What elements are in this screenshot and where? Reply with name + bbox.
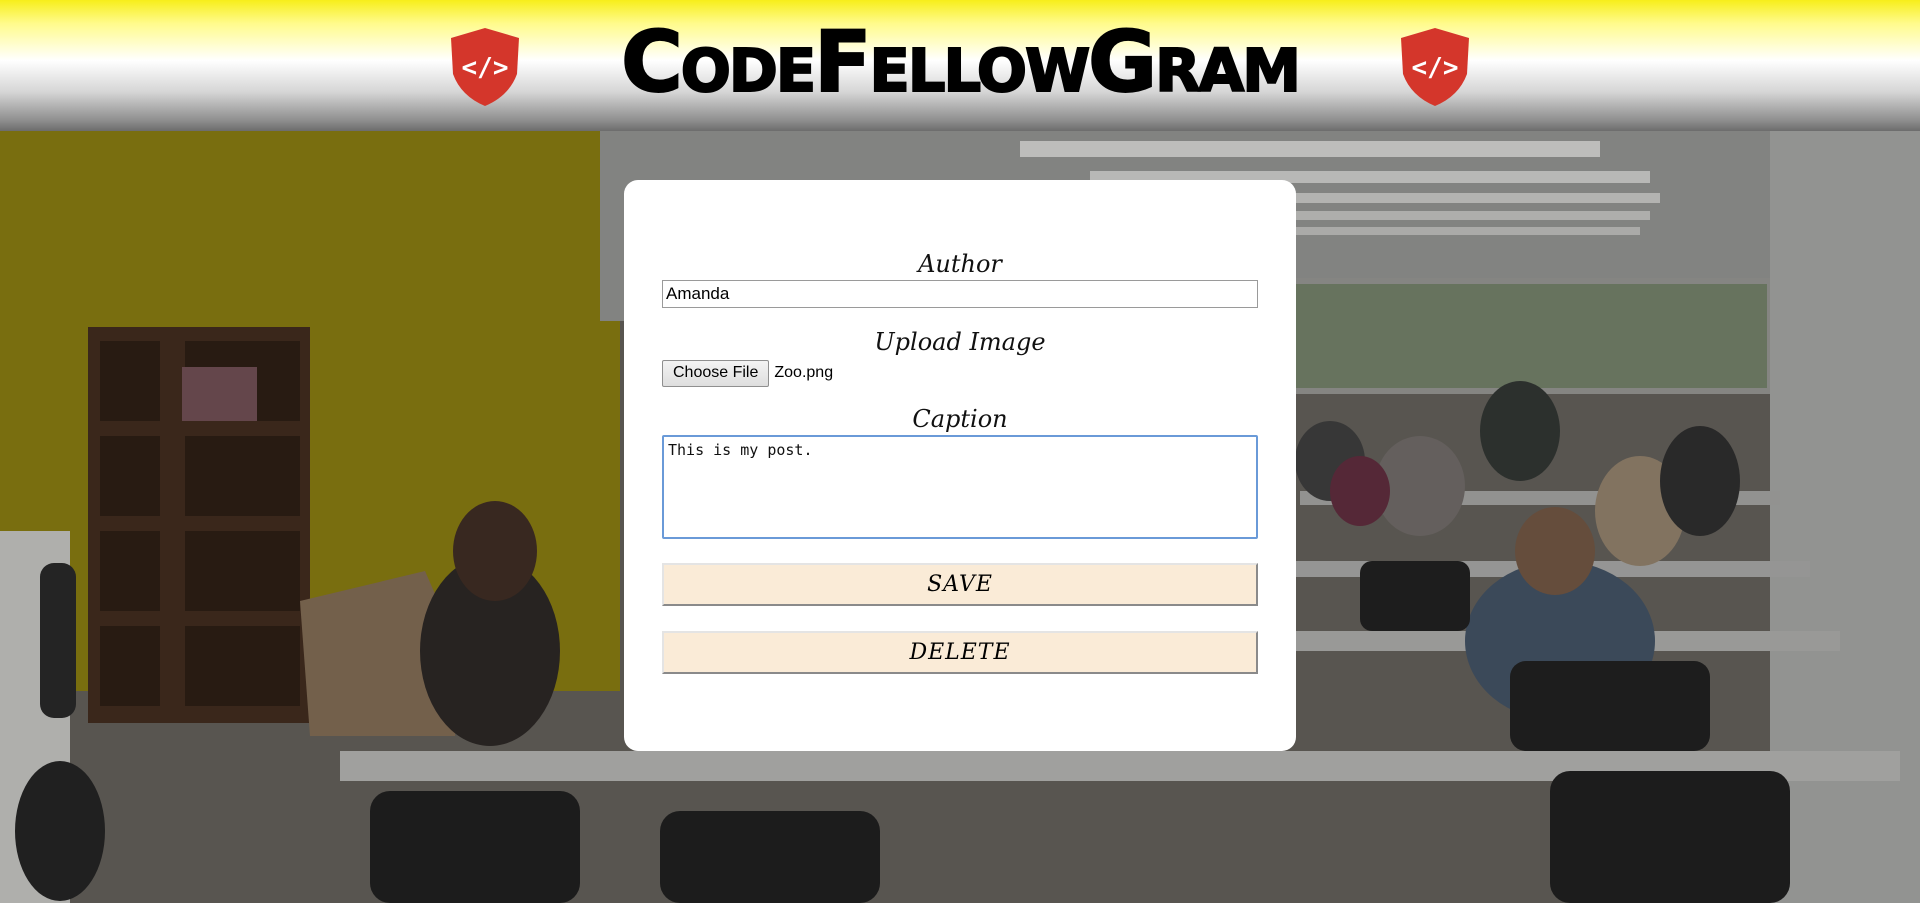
code-shield-icon: </> <box>451 28 519 106</box>
svg-text:</>: </> <box>1412 53 1459 83</box>
code-shield-icon: </> <box>1401 28 1469 106</box>
choose-file-button[interactable]: Choose File <box>662 359 770 387</box>
svg-text:</>: </> <box>462 53 509 83</box>
site-title: CodeFellowGram <box>620 13 1302 111</box>
site-header: </> CodeFellowGram </> <box>0 0 1920 131</box>
post-form-card: Author Upload Image Choose File Zoo.png … <box>624 180 1296 751</box>
caption-textarea[interactable]: This is my post. <box>662 435 1258 539</box>
author-label: Author <box>918 250 1002 278</box>
upload-image-label: Upload Image <box>874 328 1046 356</box>
delete-button[interactable]: DELETE <box>662 631 1258 674</box>
selected-file-name: Zoo.png <box>774 364 834 381</box>
author-input[interactable] <box>662 280 1258 308</box>
caption-label: Caption <box>912 405 1008 433</box>
file-upload-field: Choose File Zoo.png <box>662 359 833 387</box>
save-button[interactable]: SAVE <box>662 563 1258 606</box>
